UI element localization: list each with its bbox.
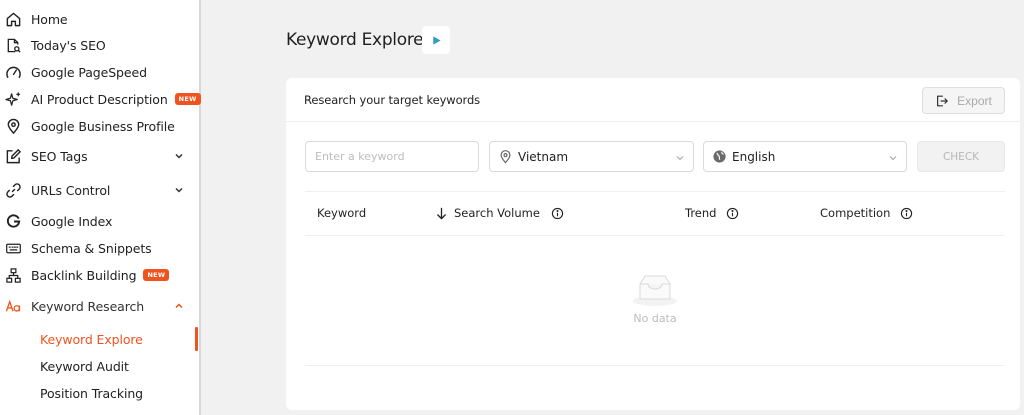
sidebar-item-label: AI Product Description: [31, 91, 168, 107]
sidebar-item-label: Google Index: [31, 213, 113, 229]
column-label: Trend: [685, 206, 717, 220]
sidebar-item-urls-control[interactable]: URLs Control: [0, 177, 199, 203]
column-label: Keyword: [317, 206, 367, 220]
keyword-input[interactable]: [305, 141, 479, 172]
table-header: Keyword Search Volume Trend Competition: [305, 191, 1005, 236]
sidebar-item-backlink-building[interactable]: Backlink Building NEW: [0, 262, 199, 288]
sidebar-item-seo-tags[interactable]: SEO Tags: [0, 143, 199, 169]
location-value: Vietnam: [518, 150, 569, 164]
sidebar-item-label: Keyword Research: [31, 298, 145, 314]
empty-text: No data: [633, 312, 677, 325]
edit-tag-icon: [4, 147, 22, 165]
sidebar-item-label: Backlink Building: [31, 267, 137, 283]
sidebar-item-label: Today's SEO: [31, 37, 106, 53]
document-search-icon: [4, 36, 22, 54]
globe-icon: [713, 150, 726, 163]
sidebar-item-schema-snippets[interactable]: Schema & Snippets: [0, 235, 199, 261]
map-pin-icon: [500, 150, 511, 164]
language-select[interactable]: English: [703, 141, 907, 172]
arrow-down-icon: [437, 207, 446, 219]
sidebar-item-ai-product-description[interactable]: AI Product Description NEW: [0, 86, 201, 112]
info-icon[interactable]: [551, 207, 564, 220]
gauge-icon: [4, 63, 22, 81]
page-title: Keyword Explore: [286, 30, 424, 50]
play-video-button[interactable]: [422, 26, 450, 54]
sparkle-icon: [4, 90, 22, 108]
column-label: Search Volume: [454, 206, 540, 220]
column-header-competition: Competition: [820, 206, 913, 220]
export-label: Export: [957, 93, 992, 108]
chevron-down-icon: [676, 156, 684, 161]
language-value: English: [732, 150, 776, 164]
empty-inbox-icon: [633, 275, 677, 306]
sidebar-subitem-label: Keyword Audit: [40, 358, 129, 374]
export-icon: [937, 95, 949, 106]
info-icon[interactable]: [900, 207, 913, 220]
keyword-research-card: Research your target keywords Export Vie…: [286, 78, 1020, 410]
card-title: Research your target keywords: [304, 93, 481, 107]
column-header-trend: Trend: [685, 206, 739, 220]
sidebar-item-google-index[interactable]: Google Index: [0, 208, 199, 234]
column-label: Competition: [820, 206, 891, 220]
new-badge: NEW: [174, 93, 201, 105]
chevron-down-icon: [889, 156, 897, 161]
play-icon: [432, 35, 441, 45]
chevron-down-icon[interactable]: [174, 185, 184, 195]
info-icon[interactable]: [726, 207, 739, 220]
sidebar-subitem-keyword-audit[interactable]: Keyword Audit: [0, 354, 199, 378]
sidebar-item-label: Google PageSpeed: [31, 64, 147, 80]
map-pin-icon: [4, 117, 22, 135]
sidebar-item-google-business-profile[interactable]: Google Business Profile: [0, 113, 199, 139]
link-icon: [4, 181, 22, 199]
sidebar-item-keyword-research[interactable]: Keyword Research: [0, 293, 199, 319]
keyboard-icon: [4, 239, 22, 257]
location-select[interactable]: Vietnam: [489, 141, 694, 172]
google-icon: [4, 212, 22, 230]
column-header-keyword: Keyword: [317, 206, 366, 220]
sitemap-icon: [4, 266, 22, 284]
sidebar-item-home[interactable]: Home: [0, 6, 199, 32]
new-badge: NEW: [143, 269, 170, 281]
sidebar-subitem-position-tracking[interactable]: Position Tracking: [0, 381, 199, 405]
sidebar-subitem-label: Position Tracking: [40, 385, 143, 401]
sidebar-item-label: SEO Tags: [31, 148, 88, 164]
sidebar-item-label: Schema & Snippets: [31, 240, 152, 256]
empty-state: No data: [305, 236, 1005, 366]
home-icon: [4, 10, 22, 28]
check-button[interactable]: CHECK: [917, 141, 1005, 172]
column-header-search-volume[interactable]: Search Volume: [435, 206, 564, 220]
sidebar-item-todays-seo[interactable]: Today's SEO: [0, 32, 199, 58]
sidebar-item-google-pagespeed[interactable]: Google PageSpeed: [0, 59, 199, 85]
card-header: Research your target keywords Export: [286, 78, 1020, 122]
sidebar-item-label: Google Business Profile: [31, 118, 175, 134]
chevron-down-icon[interactable]: [174, 151, 184, 161]
sidebar: Home Today's SEO Google PageSpeed AI Pro…: [0, 0, 201, 415]
font-aa-icon: [4, 297, 22, 315]
sidebar-subitem-keyword-explore[interactable]: Keyword Explore: [0, 327, 199, 351]
sidebar-item-label: Home: [31, 11, 68, 27]
chevron-up-icon[interactable]: [174, 301, 184, 311]
sidebar-item-label: URLs Control: [31, 182, 111, 198]
export-button[interactable]: Export: [922, 87, 1005, 114]
sidebar-subitem-label: Keyword Explore: [40, 331, 143, 347]
active-indicator: [195, 327, 198, 351]
